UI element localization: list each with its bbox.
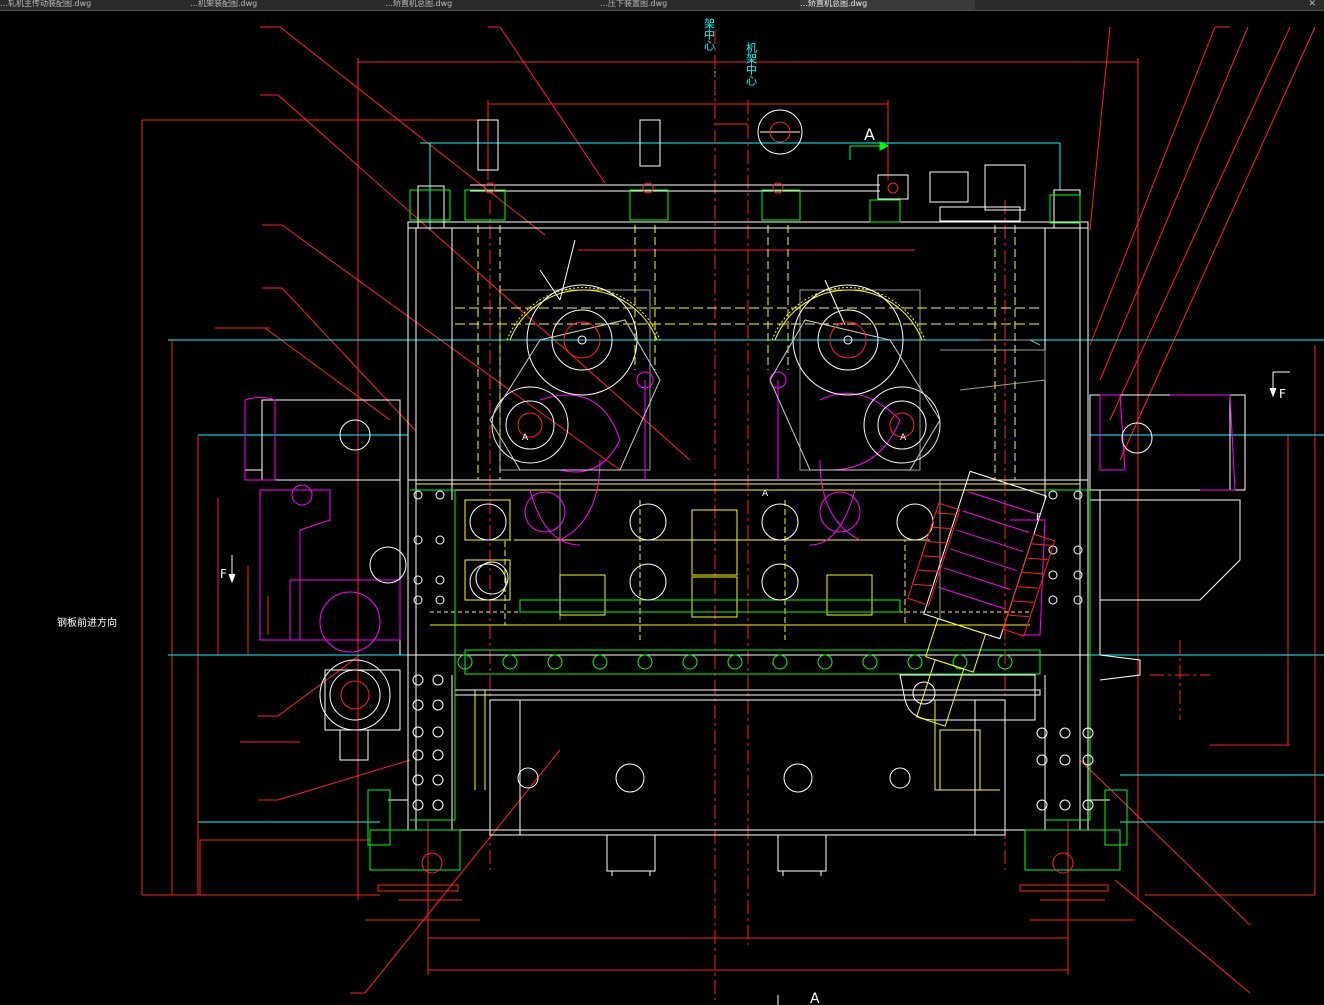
- magenta-mechanisms: [244, 371, 1236, 653]
- view-arrows: [228, 371, 1290, 1005]
- mark-a-mid: A: [762, 489, 769, 499]
- drawing-svg: 架中心 机架中心 A A F F 钢板前进方向 A A A F: [57, 18, 1324, 1005]
- cad-drawing-canvas[interactable]: …轧机主传动装配图.dwg …机架装配图.dwg …矫直机总图.dwg …压下装…: [0, 0, 1324, 1005]
- center-label-2: 机架中心: [745, 41, 758, 86]
- center-label-1: 架中心: [703, 18, 716, 51]
- mark-f-mid: F: [1036, 513, 1041, 523]
- housing-frame: [244, 119, 1246, 876]
- center-lines: [489, 30, 1210, 1000]
- hatched-cylinder: [907, 470, 1056, 727]
- bolt-patterns: [340, 121, 1109, 892]
- annotation-text: 架中心 机架中心 A A F F 钢板前进方向 A A A F: [57, 18, 1286, 1005]
- view-label-f-left: F: [220, 567, 227, 581]
- mark-a-left: A: [522, 433, 529, 443]
- view-label-a-bottom: A: [810, 991, 820, 1005]
- mark-a-right: A: [900, 433, 907, 443]
- view-label-a-top: A: [864, 125, 875, 144]
- steel-direction-label: 钢板前进方向: [57, 616, 117, 629]
- view-label-f-right: F: [1279, 387, 1286, 401]
